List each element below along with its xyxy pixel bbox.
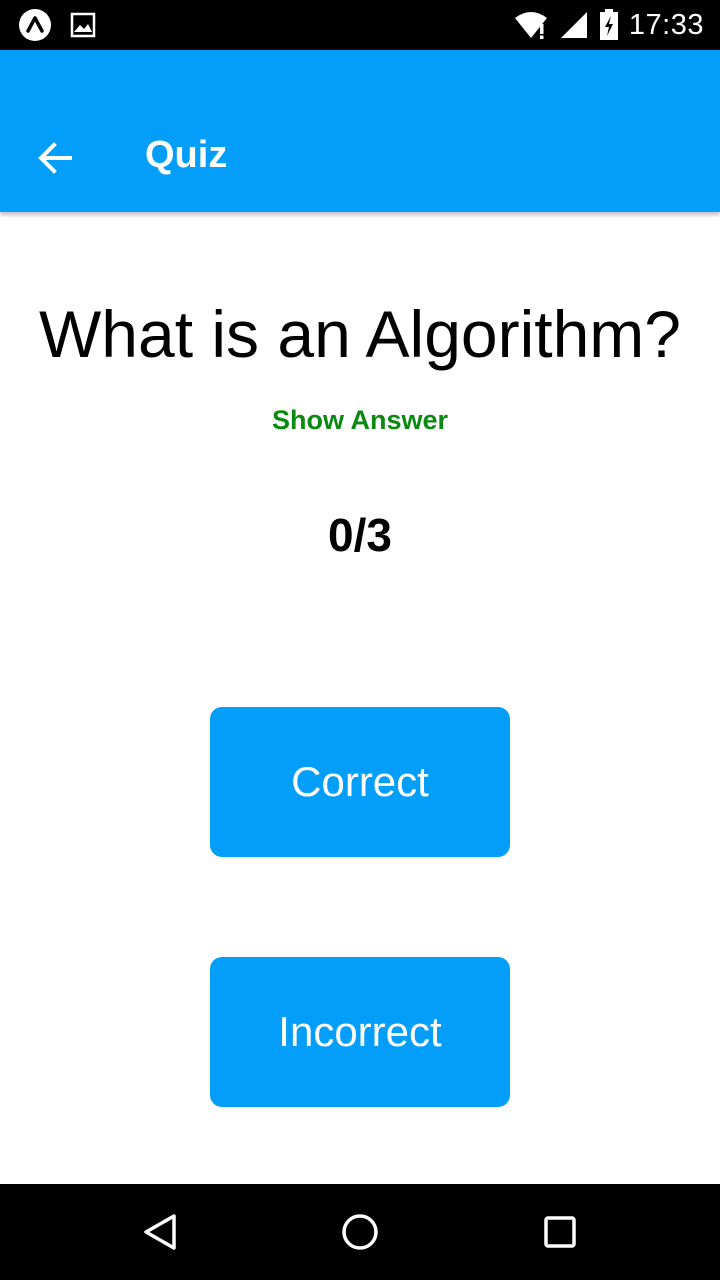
app-bar: Quiz: [0, 50, 720, 212]
show-answer-link[interactable]: Show Answer: [0, 405, 720, 436]
expo-icon: [19, 9, 51, 41]
battery-charging-icon: [599, 9, 618, 40]
nav-home-icon[interactable]: [336, 1208, 384, 1256]
page-title: Quiz: [145, 134, 228, 176]
signal-icon: [560, 12, 587, 38]
image-icon: [70, 12, 96, 38]
status-time: 17:33: [628, 8, 704, 41]
incorrect-button[interactable]: Incorrect: [210, 957, 510, 1107]
nav-back-icon[interactable]: [136, 1208, 184, 1256]
status-left-icons: [18, 8, 96, 42]
wifi-icon: [514, 12, 547, 39]
navigation-bar: [0, 1184, 720, 1280]
score-counter: 0/3: [328, 509, 392, 561]
status-right-icons: 17:33: [513, 6, 704, 44]
status-bar: 17:33: [0, 0, 720, 50]
nav-recents-icon[interactable]: [536, 1208, 584, 1256]
correct-button[interactable]: Correct: [210, 707, 510, 857]
question-text: What is an Algorithm?: [39, 297, 681, 371]
arrow-back-icon[interactable]: [36, 138, 76, 178]
